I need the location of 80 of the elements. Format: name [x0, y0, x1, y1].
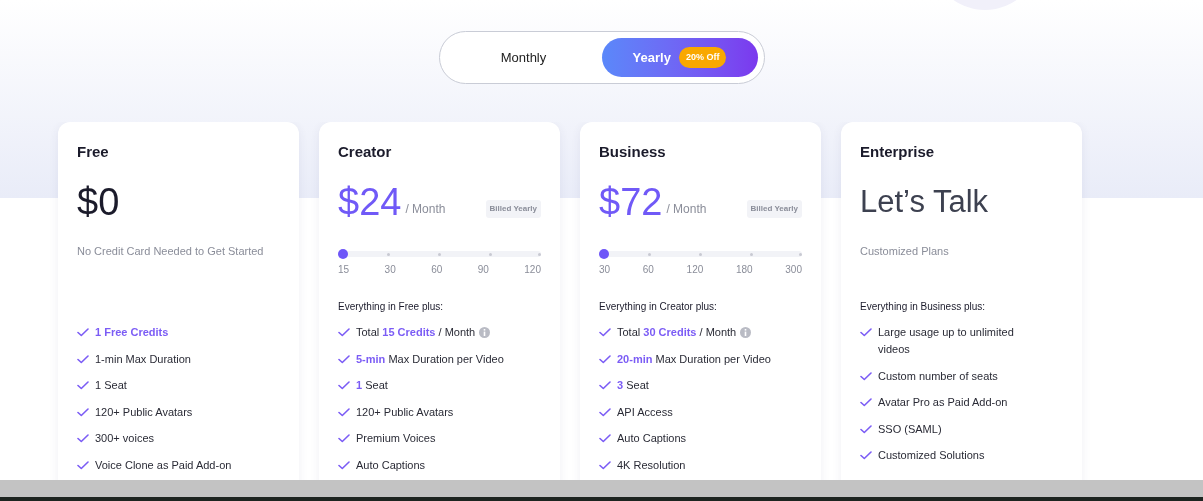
feature-text: 1-min Max Duration [95, 351, 192, 367]
check-icon [860, 398, 872, 407]
slider-tick-label: 120 [524, 263, 541, 277]
check-icon [338, 407, 350, 417]
feature-text: Avatar Pro as Paid Add-on [878, 395, 1009, 410]
slider-tick-label: 60 [431, 263, 443, 277]
feature-text: 3 Seat [617, 378, 650, 393]
plan-name: Creator [338, 142, 393, 162]
price-amount: $0 [77, 180, 120, 225]
plan-subtitle: Customized Plans [860, 244, 950, 258]
check-icon [860, 424, 872, 434]
check-icon [77, 434, 89, 443]
check-icon [860, 451, 872, 460]
slider-tick-label: 300 [785, 263, 802, 277]
price-amount: $72 [599, 180, 663, 225]
feature-text: Auto Captions [617, 431, 688, 446]
feature-text: Large usage up to unlimited videos [878, 325, 1015, 357]
feature-text: 4K Resolution [617, 457, 687, 473]
slider-thumb[interactable] [338, 249, 348, 259]
slider-track[interactable] [599, 251, 802, 257]
billing-note: Billed Yearly [746, 200, 802, 218]
billing-note: Billed Yearly [485, 200, 541, 218]
includes-heading: Everything in Free plus: [338, 300, 445, 314]
check-icon [599, 460, 611, 470]
feature-text: 120+ Public Avatars [95, 404, 194, 420]
feature-text: 1 Seat [356, 378, 389, 393]
check-icon [77, 381, 89, 390]
feature-text: 5-min Max Duration per Video [356, 351, 505, 367]
discount-badge: 20% Off [678, 46, 727, 69]
slider-tick-label: 15 [338, 263, 350, 277]
check-icon [77, 328, 89, 337]
feature-text: Premium Voices [356, 431, 437, 446]
feature-text: Total 30 Credits / Month [617, 325, 737, 340]
feature-text: 300+ voices [95, 431, 155, 446]
feature-text: 1 Free Credits [95, 325, 170, 340]
check-icon [599, 328, 611, 337]
slider-tick-label: 60 [642, 263, 654, 277]
check-icon [599, 381, 611, 390]
feature-text: Customized Solutions [878, 448, 986, 463]
check-icon [77, 354, 89, 364]
check-icon [338, 460, 350, 470]
check-icon [599, 434, 611, 443]
slider-tick-label: 180 [735, 263, 753, 277]
check-icon [599, 354, 611, 364]
check-icon [338, 354, 350, 364]
plan-subtitle: No Credit Card Needed to Get Started [77, 244, 265, 258]
slider-thumb[interactable] [599, 249, 609, 259]
slider-track[interactable] [338, 251, 541, 257]
plan-name: Business [599, 142, 667, 162]
price-text: Let’s Talk [860, 183, 989, 221]
feature-text: SSO (SAML) [878, 421, 943, 437]
slider-tick-label: 30 [384, 263, 396, 277]
plan-name: Free [77, 142, 110, 162]
check-icon [77, 460, 89, 470]
check-icon [599, 407, 611, 417]
check-icon [338, 328, 350, 337]
check-icon [77, 407, 89, 417]
billing-option-tab[interactable]: Monthly [445, 38, 602, 77]
billing-option-tab[interactable]: Yearly 20% Off [601, 38, 758, 77]
feature-text: Voice Clone as Paid Add-on [95, 457, 233, 473]
feature-text: 1 Seat [95, 378, 128, 393]
slider-tick-label: 90 [477, 263, 489, 277]
check-icon [338, 381, 350, 390]
includes-heading: Everything in Business plus: [860, 300, 987, 314]
price-period: / Month [666, 201, 707, 218]
feature-text: Custom number of seats [878, 368, 999, 384]
check-icon [338, 434, 350, 443]
feature-text: 20-min Max Duration per Video [617, 351, 772, 367]
check-icon [860, 371, 872, 381]
feature-text: 120+ Public Avatars [356, 404, 455, 420]
slider-tick-label: 120 [686, 263, 704, 277]
plan-name: Enterprise [860, 142, 936, 162]
feature-text: API Access [617, 404, 674, 420]
feature-text: Total 15 Credits / Month [356, 325, 476, 340]
check-icon [860, 328, 872, 337]
price-period: / Month [405, 201, 446, 218]
includes-heading: Everything in Creator plus: [599, 300, 718, 314]
slider-tick-label: 30 [599, 263, 611, 277]
price-amount: $24 [338, 180, 402, 225]
feature-text: Auto Captions [356, 457, 427, 473]
